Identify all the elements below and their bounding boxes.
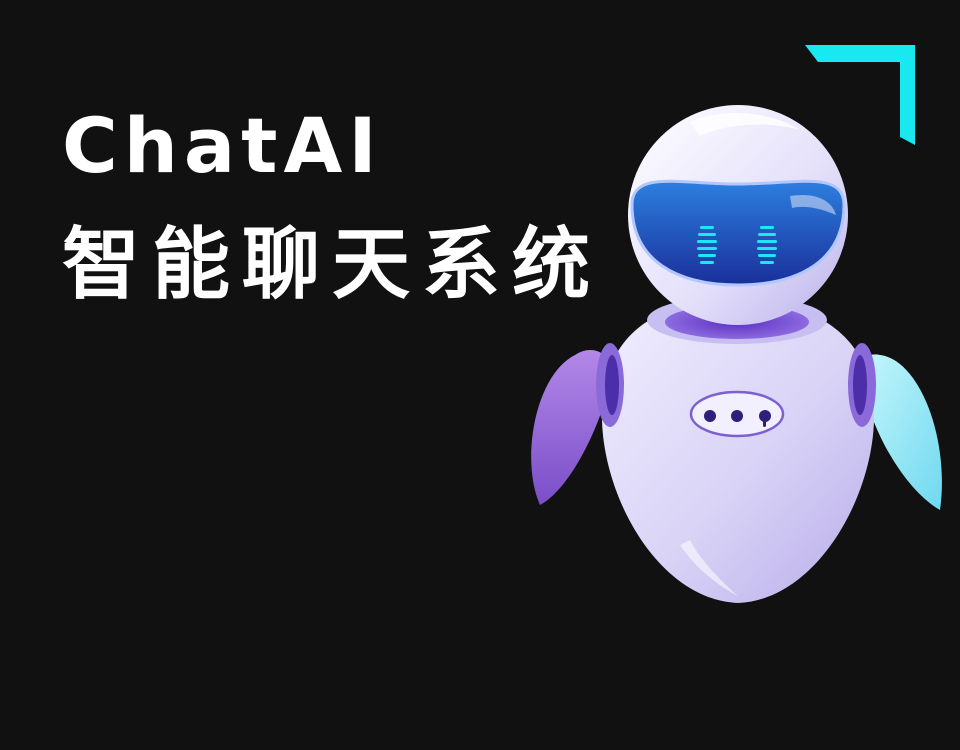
banner: ChatAI 智能聊天系统: [0, 0, 960, 750]
robot-mascot-icon: [531, 105, 942, 603]
